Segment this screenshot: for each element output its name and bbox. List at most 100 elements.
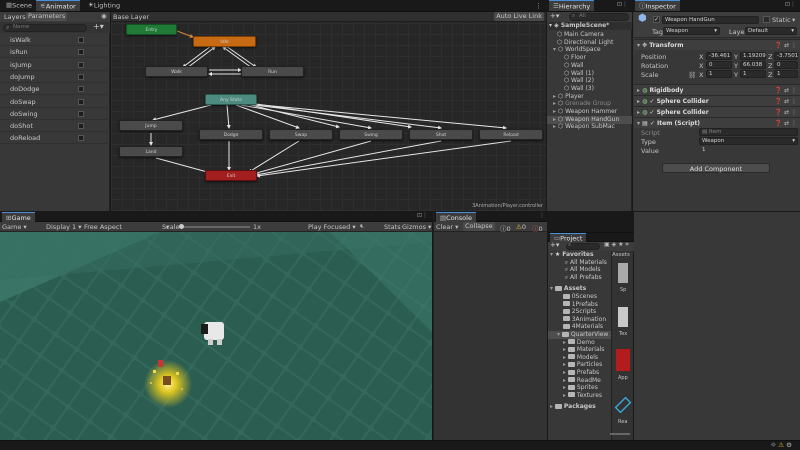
asset-thumb-readme[interactable] — [614, 396, 632, 414]
project-search-input[interactable]: ⌕ — [566, 242, 600, 250]
state-jump[interactable]: Jump — [119, 120, 183, 131]
asset-thumb-sprite[interactable] — [618, 263, 628, 283]
tab-console[interactable]: ▤ Console — [436, 212, 476, 222]
state-entry[interactable]: Entry — [126, 24, 177, 35]
rigidbody-header[interactable]: ▸ ◍ Rigidbody ❓ ⇄ ⋮ — [634, 84, 800, 95]
scale-slider[interactable] — [179, 224, 250, 229]
parameter-row[interactable]: isRun — [0, 46, 110, 59]
active-checkbox[interactable]: ✓ — [653, 16, 660, 23]
hierarchy-item[interactable]: ▸ ⬡ Weapon SubMac — [553, 123, 632, 131]
state-idle[interactable]: Idle — [193, 36, 256, 47]
sphere-collider-header[interactable]: ▸ ◍ ✓ Sphere Collider ❓ ⇄ ⋮ — [634, 95, 800, 106]
state-exit[interactable]: Exit — [205, 170, 257, 181]
tab-lighting[interactable]: ☀ Lighting — [84, 0, 124, 11]
parameter-checkbox[interactable] — [78, 110, 84, 117]
transform-header[interactable]: ▾ ✥ Transform ❓ ⇄ ⋮ — [634, 39, 800, 50]
scale-x-field[interactable]: 1 — [706, 70, 732, 78]
expand-arrow-icon[interactable] — [557, 293, 563, 300]
expand-arrow-icon[interactable] — [557, 301, 563, 308]
aspect-dropdown[interactable]: Free Aspect ▾ — [84, 223, 169, 231]
scale-y-field[interactable]: 1 — [740, 70, 766, 78]
type-dropdown[interactable]: Weapon ▾ — [699, 137, 798, 145]
project-add-button[interactable]: +▾ — [550, 241, 559, 249]
item-script-header[interactable]: ▾ ▤ ✓ Item (Script) ❓ ⇄ ⋮ — [634, 117, 800, 128]
parameters-tab[interactable]: Parameters — [26, 12, 68, 21]
project-filter-icons[interactable]: ▣ ◈ ★ ⌗ — [604, 241, 629, 249]
component-menu-icons[interactable]: ❓ ⇄ ⋮ — [775, 40, 797, 51]
sphere-collider-2-header[interactable]: ▸ ◍ ✓ Sphere Collider ❓ ⇄ ⋮ — [634, 106, 800, 117]
more-options-icon[interactable]: ⋮ — [535, 2, 542, 10]
thumbnail-size-slider[interactable] — [610, 433, 630, 435]
parameter-checkbox[interactable] — [78, 135, 84, 142]
parameter-checkbox[interactable] — [78, 86, 84, 93]
add-component-button[interactable]: Add Component — [662, 163, 770, 173]
parameter-row[interactable]: isJump — [0, 59, 110, 71]
parameter-row[interactable]: doShot — [0, 120, 110, 133]
rotation-x-field[interactable]: 0 — [706, 61, 732, 69]
state-shot[interactable]: Shot — [409, 129, 473, 140]
parameter-checkbox[interactable] — [78, 98, 84, 105]
parameter-row[interactable]: doSwap — [0, 96, 110, 108]
layer-dropdown[interactable]: Default ▾ — [745, 27, 797, 35]
status-icons[interactable]: ☼ ⚠ ⚙ — [770, 441, 792, 449]
expand-arrow-icon[interactable] — [557, 308, 563, 315]
warning-count[interactable]: ⚠0 — [516, 223, 526, 231]
animator-graph[interactable]: Base Layer Auto Live Link Entry Idle Wal… — [111, 12, 546, 211]
constrain-proportions-icon[interactable]: ⛓ — [688, 71, 696, 79]
hierarchy-add-button[interactable]: +▾ — [550, 12, 559, 20]
tab-inspector[interactable]: ⓘ Inspector — [635, 0, 680, 11]
hierarchy-lock-icon[interactable]: ⊡⋮ — [617, 1, 628, 8]
state-reload[interactable]: Reload — [479, 129, 543, 140]
expand-arrow-icon[interactable] — [557, 323, 563, 330]
hierarchy-scene[interactable]: ▾ ◈ SampleScene* — [549, 22, 632, 30]
object-name-field[interactable]: Weapon HandGun — [662, 16, 759, 24]
state-swap[interactable]: Swap — [269, 129, 333, 140]
expand-arrow-icon[interactable] — [557, 316, 563, 323]
tab-animator[interactable]: ⚟ Animator — [36, 0, 80, 11]
play-focused-dropdown[interactable]: Play Focused ▾ — [308, 223, 356, 231]
parameter-checkbox[interactable] — [78, 73, 84, 80]
position-z-field[interactable]: -3.7501 — [774, 52, 798, 60]
tab-scene[interactable]: ▦ Scene — [2, 0, 36, 11]
stats-button[interactable]: Stats — [384, 223, 401, 231]
game-mode-dropdown[interactable]: Game ▾ — [2, 223, 27, 231]
tab-game[interactable]: ⊞ Game — [2, 212, 35, 222]
parameter-checkbox[interactable] — [78, 61, 84, 68]
clear-button[interactable]: Clear ▾ — [436, 223, 458, 231]
parameter-search-input[interactable]: ⌕ Name — [3, 24, 87, 32]
game-options-icon[interactable]: ⊡⋮ — [417, 212, 428, 219]
state-walk[interactable]: Walk — [145, 66, 208, 77]
parameter-row[interactable]: isWalk — [0, 34, 110, 46]
parameter-checkbox[interactable] — [78, 123, 84, 130]
scale-z-field[interactable]: 1 — [774, 70, 798, 78]
game-viewport[interactable] — [0, 232, 432, 440]
position-x-field[interactable]: -36.461 — [706, 52, 732, 60]
parameter-row[interactable]: doDodge — [0, 83, 110, 96]
favorite-item[interactable]: ⌕ All Prefabs — [559, 274, 602, 282]
static-dropdown-icon[interactable]: ▾ — [792, 16, 795, 24]
tag-dropdown[interactable]: Weapon ▾ — [663, 27, 720, 35]
state-land[interactable]: Land — [119, 146, 183, 157]
inspector-lock-icon[interactable]: ⊡⋮ — [785, 1, 796, 8]
rotation-y-field[interactable]: 66.038 — [740, 61, 766, 69]
asset-thumb-texture[interactable] — [618, 307, 628, 327]
mute-audio-icon[interactable]: 🔇︎ — [360, 222, 364, 231]
state-run[interactable]: Run — [241, 66, 304, 77]
tab-hierarchy[interactable]: ☰ Hierarchy — [549, 0, 595, 11]
asset-subfolder[interactable]: ▸ Textures — [563, 392, 602, 400]
state-dodge[interactable]: Dodge — [199, 129, 263, 140]
hierarchy-search-input[interactable]: ⌕ All — [569, 13, 629, 21]
state-swing[interactable]: Swing — [339, 129, 403, 140]
project-packages-folder[interactable]: ▸ Packages — [550, 403, 596, 411]
value-field[interactable]: 1 — [699, 146, 798, 154]
parameter-checkbox[interactable] — [78, 37, 84, 43]
parameter-row[interactable]: doSwing — [0, 108, 110, 120]
layers-tab[interactable]: Layers — [4, 13, 26, 21]
asset-thumb-app[interactable] — [616, 349, 630, 371]
state-any-state[interactable]: Any State — [205, 94, 257, 105]
collapse-button[interactable]: Collapse — [463, 222, 495, 231]
gizmos-dropdown[interactable]: Gizmos ▾ — [402, 223, 431, 231]
parameter-row[interactable]: doReload — [0, 132, 110, 145]
add-parameter-button[interactable]: +▾ — [93, 22, 104, 31]
console-options-icon[interactable]: ⋮ — [539, 212, 545, 219]
